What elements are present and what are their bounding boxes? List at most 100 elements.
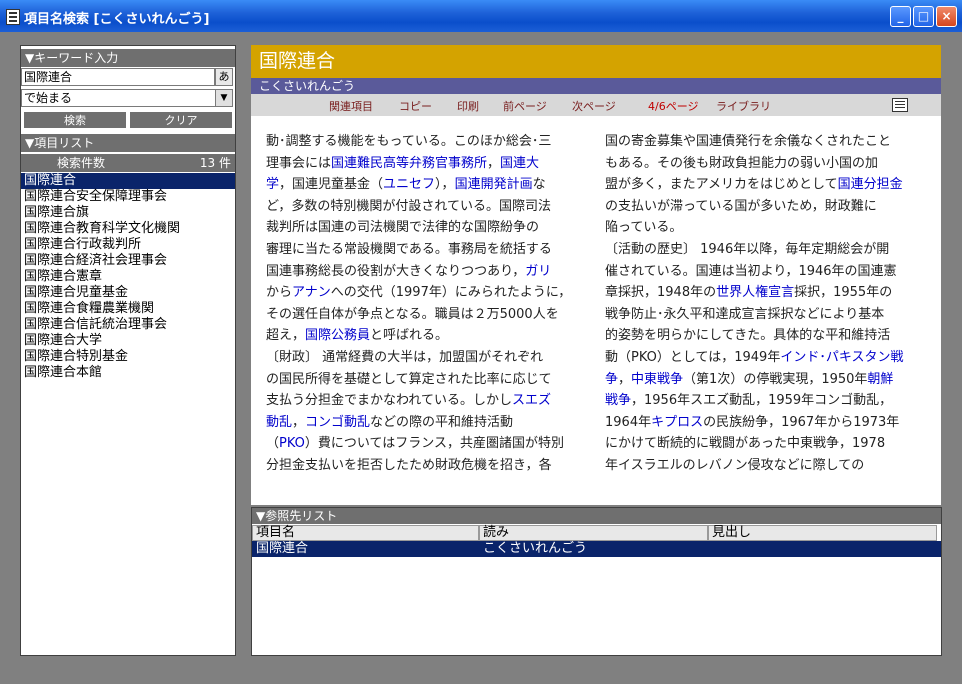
article-line: ど，多数の特別機関が付設されている。国際司法	[266, 196, 588, 218]
article-line: その選任自体が争点となる。職員は２万5000人を	[266, 304, 588, 326]
ime-mode-button[interactable]: あ	[215, 68, 233, 86]
article-link[interactable]: ユニセフ	[383, 177, 435, 192]
article-line: 動（PKO）としては，1949年インド･パキスタン戦	[605, 347, 927, 369]
item-list[interactable]: 国際連合 国際連合安全保障理事会 国際連合旗 国際連合教育科学文化機関 国際連合行政裁判…	[21, 173, 235, 381]
list-icon[interactable]	[892, 98, 908, 112]
article-link[interactable]: 国連大	[500, 156, 539, 171]
article-link[interactable]: キプロス	[651, 415, 703, 430]
keyword-input[interactable]: 国際連合	[21, 68, 215, 86]
article-link[interactable]: 国連難民高等弁務官事務所	[331, 156, 487, 171]
article-link[interactable]: 動乱	[266, 415, 292, 430]
article-text: 盟が多く，またアメリカをはじめとして	[605, 177, 838, 193]
article-text: 支払う分担金でまかなわれている。しかし	[266, 393, 512, 409]
article-line: （PKO）費についてはフランス，共産圏諸国が特別	[266, 433, 588, 455]
article-text: 分担金支払いを拒否したため財政危機を招き，各	[266, 457, 552, 473]
article-text: 催されている。国連は当初より，1946年の国連憲	[605, 263, 897, 279]
list-item[interactable]: 国際連合本館	[21, 365, 235, 381]
article-text: ，国連児童基金（	[279, 177, 384, 193]
maximize-button[interactable]: □	[913, 6, 934, 27]
article-link[interactable]: アナン	[292, 285, 331, 300]
article-line: 動･調整する機能をもっている。このほか総会･三	[266, 131, 588, 153]
list-item[interactable]: 国際連合信託統治理事会	[21, 317, 235, 333]
list-item[interactable]: 国際連合児童基金	[21, 285, 235, 301]
list-item[interactable]: 国際連合	[21, 173, 235, 189]
item-list-header: ▼項目リスト	[21, 134, 235, 152]
article-text: な	[532, 177, 546, 193]
article-link[interactable]: コンゴ動乱	[305, 415, 370, 430]
list-item[interactable]: 国際連合旗	[21, 205, 235, 221]
article-line: 審理に当たる常設機関である。事務局を統括する	[266, 239, 588, 261]
article-text: ）費についてはフランス，共産圏諸国が特別	[304, 436, 564, 452]
col-header-reading[interactable]: 読み	[479, 525, 708, 541]
related-button[interactable]: 関連項目	[329, 98, 373, 114]
article-link[interactable]: ガリ	[525, 264, 551, 279]
article-text: 裁判所は国連の司法機関で法律的な国際紛争の	[266, 220, 540, 236]
list-item[interactable]: 国際連合食糧農業機関	[21, 301, 235, 317]
article-line: 陥っている。	[605, 217, 927, 239]
article-text: の民族紛争，1967年から1973年	[703, 414, 900, 430]
article-line: 催されている。国連は当初より，1946年の国連憲	[605, 261, 927, 283]
article-line: 〔活動の歴史〕 1946年以降，毎年定期総会が開	[605, 239, 927, 261]
article-text: 章採択，1948年の	[605, 285, 717, 301]
article-text: ，	[487, 155, 501, 171]
article-text: ，1956年スエズ動乱，1959年コンゴ動乱，	[631, 393, 893, 409]
article-link[interactable]: 国連開発計画	[455, 177, 533, 192]
article-link[interactable]: インド･パキスタン戦	[780, 350, 903, 365]
app-window: 項目名検索 [こくさいれんごう] _ □ × ▼キーワード入力 国際連合 あ で…	[0, 0, 962, 684]
article-link[interactable]: 朝鮮	[867, 372, 893, 387]
article-link[interactable]: 国際公務員	[305, 328, 370, 343]
reference-panel: ▼参照先リスト 項目名 読み 見出し 国際連合 こくさいれんごう	[251, 507, 942, 656]
article-line: 〔財政〕 通常経費の大半は，加盟国がそれぞれ	[266, 347, 588, 369]
next-page-button[interactable]: 次ページ	[572, 98, 616, 114]
article-link[interactable]: 中東戦争	[631, 372, 683, 387]
article-text: （	[266, 436, 280, 452]
search-button[interactable]: 検索	[23, 111, 127, 129]
table-row[interactable]: 国際連合 こくさいれんごう	[252, 541, 941, 557]
article-link[interactable]: 学	[266, 177, 279, 192]
article-link[interactable]: 世界人権宣言	[716, 285, 794, 300]
copy-button[interactable]: コピー	[399, 98, 432, 114]
reference-header: ▼参照先リスト	[252, 508, 941, 524]
page-indicator: 4/6ページ	[648, 100, 699, 113]
article-text: 陥っている。	[605, 220, 683, 236]
article-line: 盟が多く，またアメリカをはじめとして国連分担金	[605, 174, 927, 196]
dropdown-arrow-icon[interactable]: ▼	[215, 90, 232, 106]
library-button[interactable]: ライブラリ	[716, 98, 771, 114]
list-item[interactable]: 国際連合大学	[21, 333, 235, 349]
title-bar[interactable]: 項目名検索 [こくさいれんごう] _ □ ×	[0, 0, 962, 32]
article-link[interactable]: 戦争	[605, 393, 631, 408]
article-text: にかけて断続的に戦闘があった中東戦争，1978	[605, 436, 886, 452]
list-item[interactable]: 国際連合教育科学文化機関	[21, 221, 235, 237]
list-item[interactable]: 国際連合経済社会理事会	[21, 253, 235, 269]
result-count-value: 13 件	[199, 156, 231, 170]
article-text: 理事会には	[266, 155, 332, 171]
print-button[interactable]: 印刷	[457, 98, 479, 114]
close-button[interactable]: ×	[936, 6, 957, 27]
article-text: 超え，	[266, 328, 306, 344]
article-link[interactable]: PKO	[279, 436, 305, 451]
minimize-button[interactable]: _	[890, 6, 911, 27]
col-header-name[interactable]: 項目名	[252, 525, 479, 541]
article-link[interactable]: スエズ	[512, 393, 551, 408]
article-text: の支払いが滞っている国が多いため，財政難に	[605, 198, 877, 214]
article-line: 分担金支払いを拒否したため財政危機を招き，各	[266, 455, 588, 477]
article-line: 年イスラエルのレバノン侵攻などに際しての	[605, 455, 927, 477]
match-mode-select[interactable]: で始まる ▼	[21, 89, 233, 107]
clear-button[interactable]: クリア	[129, 111, 233, 129]
list-item[interactable]: 国際連合安全保障理事会	[21, 189, 235, 205]
keyword-header: ▼キーワード入力	[21, 49, 235, 67]
list-item[interactable]: 国際連合行政裁判所	[21, 237, 235, 253]
list-item[interactable]: 国際連合憲章	[21, 269, 235, 285]
article-link[interactable]: 国連分担金	[838, 177, 903, 192]
list-item[interactable]: 国際連合特別基金	[21, 349, 235, 365]
article-title: 国際連合	[251, 45, 941, 78]
article-link[interactable]: 争	[605, 372, 618, 387]
article-line: 1964年キプロスの民族紛争，1967年から1973年	[605, 412, 927, 434]
col-header-heading[interactable]: 見出し	[708, 525, 937, 541]
article-text: 採択，1955年の	[794, 285, 893, 301]
article-line: 章採択，1948年の世界人権宣言採択，1955年の	[605, 282, 927, 304]
article-text: 審理に当たる常設機関である。事務局を統括する	[266, 241, 552, 257]
article-text: 戦争防止･永久平和達成宣言採択などにより基本	[605, 306, 885, 322]
prev-page-button[interactable]: 前ページ	[503, 98, 547, 114]
window-title: 項目名検索 [こくさいれんごう]	[24, 12, 210, 27]
